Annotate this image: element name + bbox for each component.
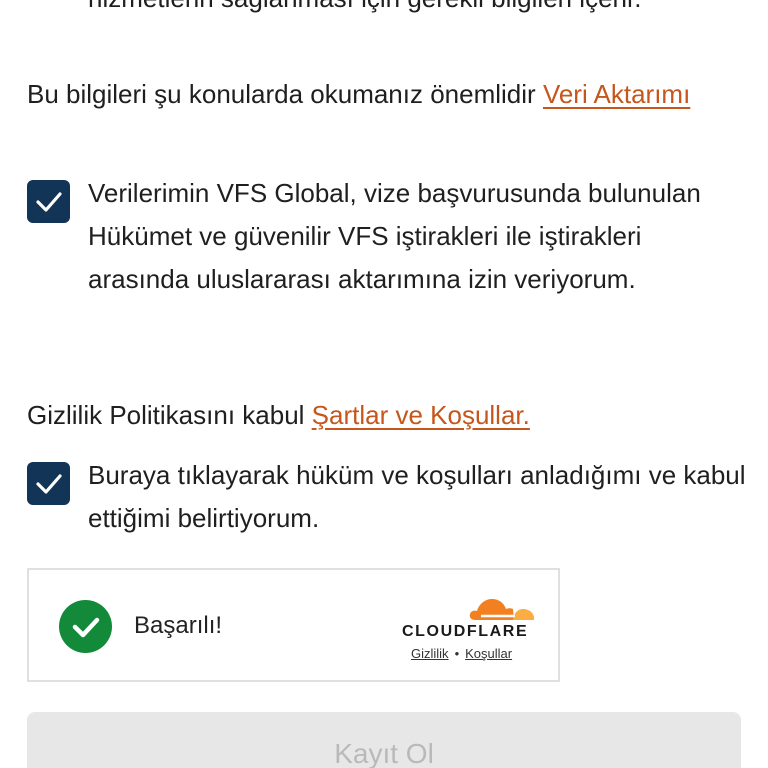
terms-checkbox[interactable]: [27, 462, 70, 505]
data-transfer-checkbox[interactable]: [27, 180, 70, 223]
terms-checkbox-label[interactable]: Buraya tıklayarak hüküm ve koşulları anl…: [88, 454, 748, 540]
captcha-links: Gizlilik • Koşullar: [411, 646, 512, 661]
data-transfer-link[interactable]: Veri Aktarımı: [543, 79, 690, 109]
checkmark-icon: [35, 473, 62, 494]
previous-paragraph-tail: hizmetlerin sağlanması için gerekli bilg…: [88, 0, 641, 18]
captcha-terms-link[interactable]: Koşullar: [465, 646, 512, 661]
check-circle-icon: [59, 600, 112, 653]
link-separator: •: [454, 646, 460, 661]
privacy-intro: Gizlilik Politikasını kabul: [27, 400, 312, 430]
register-button[interactable]: Kayıt Ol: [27, 712, 741, 768]
data-transfer-notice: Bu bilgileri şu konularda okumanız öneml…: [27, 75, 717, 114]
captcha-privacy-link[interactable]: Gizlilik: [411, 646, 449, 661]
data-transfer-checkbox-label[interactable]: Verilerimin VFS Global, vize başvurusund…: [88, 172, 748, 301]
cloud-icon: [469, 599, 534, 620]
privacy-notice: Gizlilik Politikasını kabul Şartlar ve K…: [27, 396, 717, 435]
checkmark-icon: [35, 191, 62, 212]
data-transfer-intro: Bu bilgileri şu konularda okumanız öneml…: [27, 79, 543, 109]
terms-conditions-link[interactable]: Şartlar ve Koşullar.: [312, 400, 530, 430]
captcha-status: Başarılı!: [134, 612, 223, 639]
cloudflare-captcha-widget: Başarılı! CLOUDFLARE Gizlilik • Koşullar: [27, 568, 560, 682]
cloudflare-wordmark: CLOUDFLARE: [402, 623, 529, 640]
